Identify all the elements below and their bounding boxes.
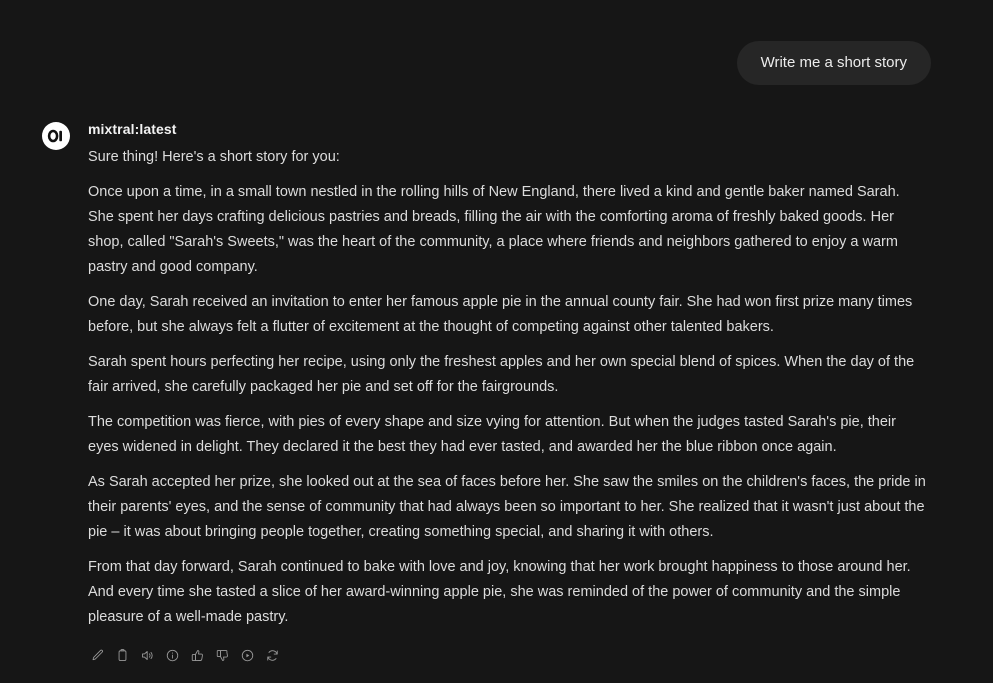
thumbs-down-icon (215, 648, 230, 663)
bad-response-button[interactable] (210, 644, 235, 666)
message-paragraph: The competition was fierce, with pies of… (88, 414, 896, 455)
user-message-row: Write me a short story (0, 41, 993, 85)
message-paragraph: Sure thing! Here's a short story for you… (88, 149, 340, 165)
oi-logo-icon (42, 122, 70, 150)
clipboard-icon (115, 648, 130, 663)
pencil-icon (90, 648, 105, 663)
regenerate-button[interactable] (260, 644, 285, 666)
chat-conversation-view: Write me a short story mixtral:latest Su… (0, 0, 993, 683)
assistant-message-row: mixtral:latest Sure thing! Here's a shor… (0, 120, 993, 666)
continue-response-button[interactable] (235, 644, 260, 666)
speaker-icon (140, 648, 155, 663)
assistant-message-body: mixtral:latest Sure thing! Here's a shor… (88, 120, 929, 666)
good-response-button[interactable] (185, 644, 210, 666)
avatar (42, 122, 70, 150)
copy-button[interactable] (110, 644, 135, 666)
info-icon (165, 648, 180, 663)
message-paragraph: As Sarah accepted her prize, she looked … (88, 474, 926, 540)
model-name-label: mixtral:latest (88, 121, 177, 137)
assistant-message-text: Sure thing! Here's a short story for you… (88, 145, 929, 630)
user-message-bubble[interactable]: Write me a short story (736, 41, 931, 85)
edit-button[interactable] (85, 644, 110, 666)
read-aloud-button[interactable] (135, 644, 160, 666)
thumbs-up-icon (190, 648, 205, 663)
message-paragraph: From that day forward, Sarah continued t… (88, 559, 911, 625)
message-paragraph: Once upon a time, in a small town nestle… (88, 184, 900, 275)
message-paragraph: Sarah spent hours perfecting her recipe,… (88, 354, 915, 395)
play-circle-icon (240, 648, 255, 663)
refresh-icon (265, 648, 280, 663)
generation-info-button[interactable] (160, 644, 185, 666)
message-action-toolbar (85, 644, 929, 666)
message-paragraph: One day, Sarah received an invitation to… (88, 294, 913, 335)
